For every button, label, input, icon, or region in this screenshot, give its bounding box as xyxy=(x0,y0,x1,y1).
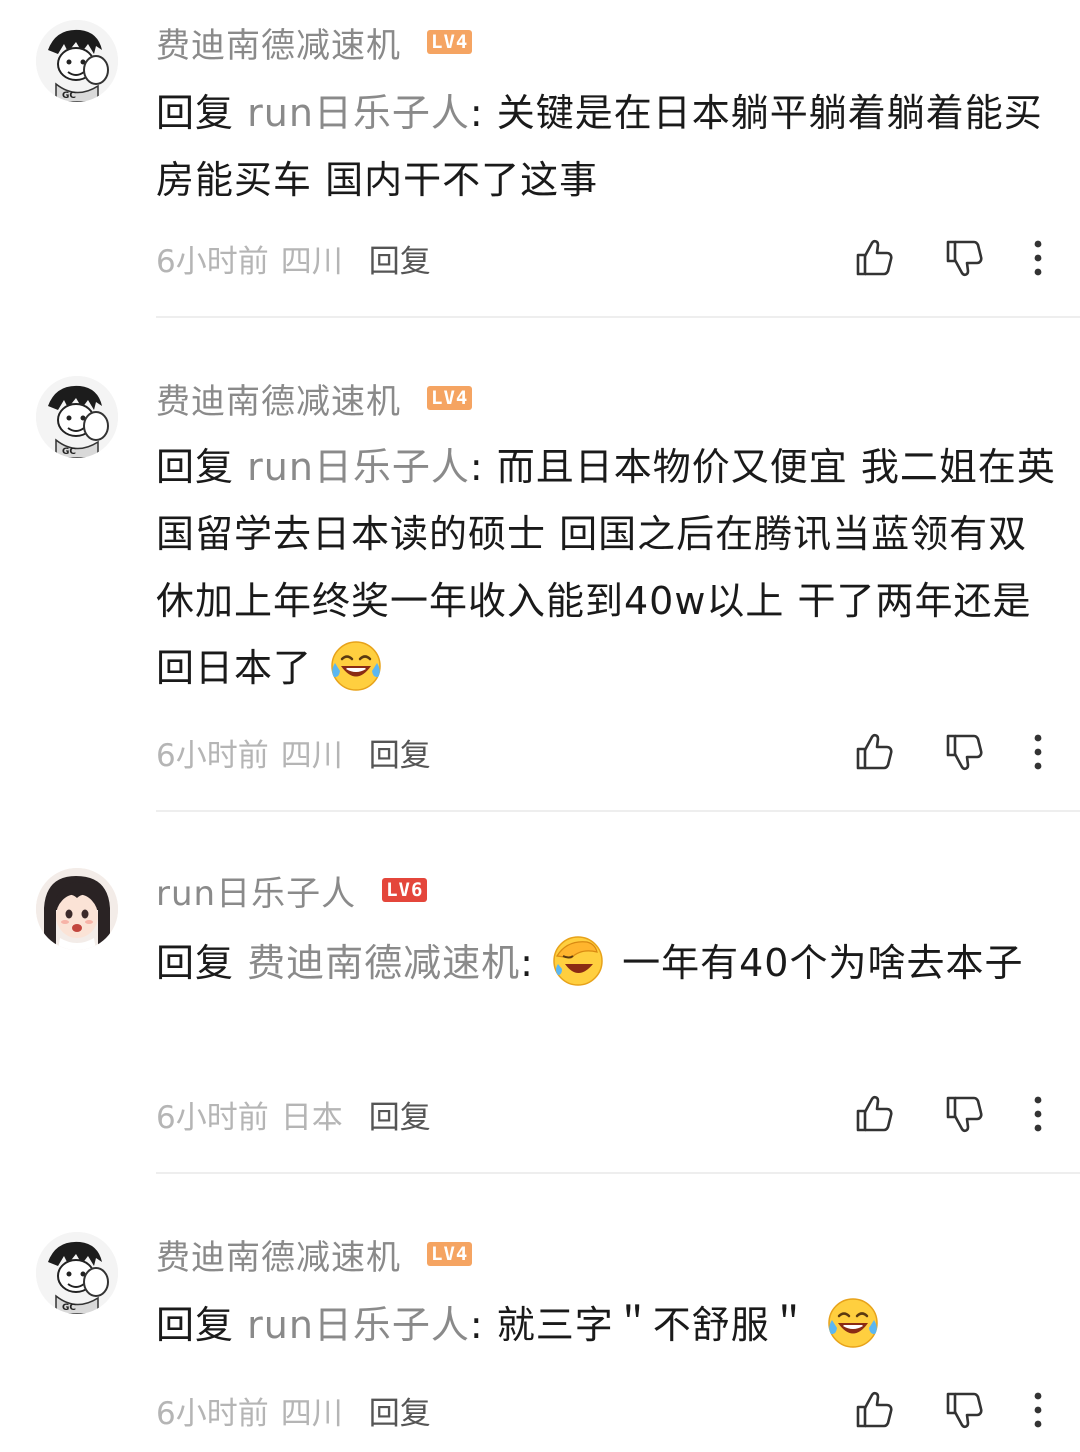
avatar[interactable]: GC xyxy=(36,20,118,102)
reply-target-link[interactable]: run日乐子人 xyxy=(247,91,470,135)
more-vertical-icon[interactable] xyxy=(1020,1388,1056,1432)
laughing-crying-emoji-icon xyxy=(329,639,383,693)
facepalm-laugh-emoji-icon xyxy=(551,934,605,988)
manga-avatar-icon: GC xyxy=(36,376,118,458)
comment-location: 四川 xyxy=(280,243,343,280)
reply-prefix: 回复 xyxy=(156,445,235,489)
colon: : xyxy=(469,445,497,489)
reply-prefix: 回复 xyxy=(156,1303,235,1347)
level-badge: LV6 xyxy=(382,878,428,902)
svg-text:GC: GC xyxy=(62,447,76,457)
username[interactable]: run日乐子人 xyxy=(156,866,356,915)
avatar[interactable] xyxy=(36,868,118,950)
comment-text: 回复 run日乐子人: 关键是在日本躺平躺着躺着能买房能买车 国内干不了这事 xyxy=(156,80,1056,214)
thumbs-down-icon[interactable] xyxy=(942,236,986,280)
thumbs-down-icon[interactable] xyxy=(942,730,986,774)
comment-time: 6小时前 xyxy=(156,1099,269,1136)
divider xyxy=(156,810,1080,812)
divider xyxy=(156,1172,1080,1174)
reply-button[interactable]: 回复 xyxy=(369,1092,431,1137)
username[interactable]: 费迪南德减速机 xyxy=(156,1230,401,1279)
level-badge: LV4 xyxy=(427,386,473,410)
laughing-crying-emoji-icon xyxy=(826,1296,880,1350)
reply-button[interactable]: 回复 xyxy=(369,1388,431,1433)
thumbs-up-icon[interactable] xyxy=(852,1092,896,1136)
more-vertical-icon[interactable] xyxy=(1020,730,1056,774)
more-vertical-icon[interactable] xyxy=(1020,1092,1056,1136)
comment-text: 回复 费迪南德减速机: 一年有40个为啥去本子 xyxy=(156,930,1056,997)
colon: : xyxy=(520,941,548,985)
colon: : xyxy=(469,91,497,135)
comment-body: 就三字＂不舒服＂ xyxy=(496,1303,809,1347)
thumbs-down-icon[interactable] xyxy=(942,1092,986,1136)
level-badge: LV4 xyxy=(427,1242,473,1266)
reply-target-link[interactable]: run日乐子人 xyxy=(247,1303,470,1347)
reply-prefix: 回复 xyxy=(156,91,235,135)
comment-location: 四川 xyxy=(280,1395,343,1432)
comment-time: 6小时前 xyxy=(156,243,269,280)
reply-button[interactable]: 回复 xyxy=(369,236,431,281)
comment-time: 6小时前 xyxy=(156,1395,269,1432)
comment-text: 回复 run日乐子人: 就三字＂不舒服＂ xyxy=(156,1292,1056,1359)
username[interactable]: 费迪南德减速机 xyxy=(156,18,401,67)
comment-text: 回复 run日乐子人: 而且日本物价又便宜 我二姐在英国留学去日本读的硕士 回国… xyxy=(156,434,1056,702)
manga-avatar-icon: GC xyxy=(36,20,118,102)
more-vertical-icon[interactable] xyxy=(1020,236,1056,280)
comment-body: 一年有40个为啥去本子 xyxy=(622,941,1024,985)
anime-girl-avatar-icon xyxy=(36,868,118,950)
reply-target-link[interactable]: run日乐子人 xyxy=(247,445,470,489)
comment-location: 四川 xyxy=(280,737,343,774)
thumbs-up-icon[interactable] xyxy=(852,236,896,280)
reply-prefix: 回复 xyxy=(156,941,235,985)
username[interactable]: 费迪南德减速机 xyxy=(156,374,401,423)
avatar[interactable]: GC xyxy=(36,376,118,458)
reply-button[interactable]: 回复 xyxy=(369,730,431,775)
thumbs-down-icon[interactable] xyxy=(942,1388,986,1432)
comment-location: 日本 xyxy=(280,1099,343,1136)
reply-target-link[interactable]: 费迪南德减速机 xyxy=(247,941,520,985)
svg-text:GC: GC xyxy=(62,1303,76,1313)
avatar[interactable]: GC xyxy=(36,1232,118,1314)
level-badge: LV4 xyxy=(427,30,473,54)
colon: : xyxy=(469,1303,497,1347)
thumbs-up-icon[interactable] xyxy=(852,1388,896,1432)
manga-avatar-icon: GC xyxy=(36,1232,118,1314)
thumbs-up-icon[interactable] xyxy=(852,730,896,774)
divider xyxy=(156,316,1080,318)
svg-text:GC: GC xyxy=(62,91,76,101)
comment-time: 6小时前 xyxy=(156,737,269,774)
